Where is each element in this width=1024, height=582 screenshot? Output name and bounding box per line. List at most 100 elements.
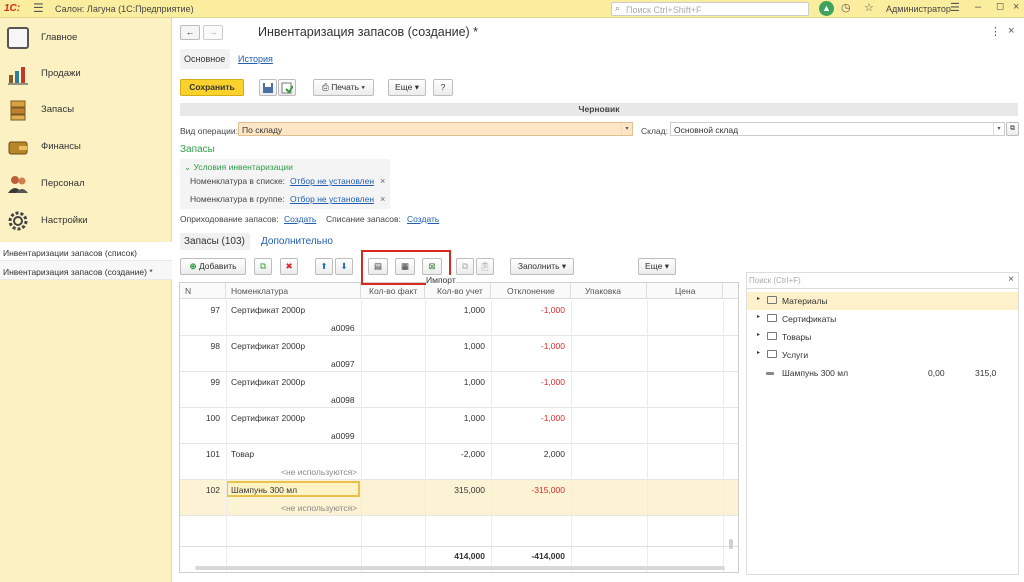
help-button[interactable]: ? — [433, 79, 453, 96]
row-nomenclature[interactable]: Сертификат 2000р — [231, 377, 305, 387]
receipt-create-link[interactable]: Создать — [284, 214, 316, 224]
row-accounted-qty[interactable]: -2,000 — [425, 449, 485, 459]
row-deviation[interactable]: 2,000 — [491, 449, 565, 459]
column-header-fact[interactable]: Кол-во факт — [361, 283, 425, 299]
warehouse-select[interactable]: Основной склад ▾ — [670, 122, 1005, 136]
favorites-star-icon[interactable]: ☆ — [864, 1, 874, 14]
column-header-package[interactable]: Упаковка — [571, 283, 647, 299]
row-nomenclature[interactable]: Товар — [231, 449, 254, 459]
row-characteristic[interactable]: а0098 — [331, 395, 355, 405]
row-accounted-qty[interactable]: 1,000 — [425, 413, 485, 423]
row-number[interactable]: 102 — [180, 485, 220, 495]
clear-search-icon[interactable]: × — [1008, 274, 1014, 285]
vertical-scrollbar[interactable] — [729, 539, 733, 549]
row-characteristic[interactable]: а0096 — [331, 323, 355, 333]
tab-additional[interactable]: Дополнительно — [261, 236, 333, 247]
tree-item[interactable]: Шампунь 300 мл 0,00 315,0 — [747, 364, 1018, 382]
print-button[interactable]: ⎙ Печать ▾ — [313, 79, 374, 96]
delete-row-button[interactable]: ✖ — [280, 258, 298, 275]
column-header-n[interactable]: N — [180, 283, 226, 299]
back-button[interactable]: ← — [180, 25, 200, 40]
column-header-name[interactable]: Номенклатура — [226, 283, 361, 299]
sidebar-item-staff[interactable]: Персонал — [0, 166, 172, 202]
tab-history[interactable]: История — [238, 54, 273, 64]
open-window-item-active[interactable]: Инвентаризация запасов (создание) * — [0, 261, 172, 280]
tab-main[interactable]: Основное — [180, 49, 230, 69]
form-more-icon[interactable]: ⋮ — [990, 25, 1001, 38]
row-characteristic[interactable]: а0099 — [331, 431, 355, 441]
row-deviation[interactable]: -1,000 — [491, 413, 565, 423]
expand-arrow-icon[interactable]: ▸ — [757, 349, 760, 356]
more-button[interactable]: Еще ▾ — [388, 79, 426, 96]
notification-bell-icon[interactable]: ▲ — [819, 1, 834, 16]
sidebar-item-sales[interactable]: Продажи — [0, 56, 172, 92]
filter-list-link[interactable]: Отбор не установлен — [290, 176, 374, 186]
copy-rows-button[interactable]: ⧉ — [456, 258, 474, 275]
row-accounted-qty[interactable]: 1,000 — [425, 305, 485, 315]
copy-row-button[interactable]: ⧉ — [254, 258, 272, 275]
dropdown-arrow-icon[interactable]: ▾ — [993, 123, 1004, 135]
column-header-price[interactable]: Цена — [647, 283, 723, 299]
row-number[interactable]: 98 — [180, 341, 220, 351]
horizontal-scrollbar[interactable] — [195, 566, 725, 570]
tree-folder-materials[interactable]: ▸ Материалы — [747, 292, 1018, 310]
save-button[interactable]: Сохранить — [180, 79, 244, 96]
grid-more-button[interactable]: Еще ▾ — [638, 258, 676, 275]
settings-menu-icon[interactable]: ☰ — [950, 1, 960, 14]
row-characteristic[interactable]: <не используются> — [281, 503, 357, 513]
forward-button[interactable]: → — [203, 25, 223, 40]
tab-inventory[interactable]: Запасы (103) — [180, 233, 250, 250]
dropdown-arrow-icon[interactable]: ▾ — [621, 123, 632, 135]
tree-folder-certificates[interactable]: ▸ Сертификаты — [747, 310, 1018, 328]
row-deviation[interactable]: -1,000 — [491, 377, 565, 387]
clear-filter-icon[interactable]: × — [380, 176, 385, 186]
expand-arrow-icon[interactable]: ▸ — [757, 295, 760, 302]
row-deviation[interactable]: -1,000 — [491, 341, 565, 351]
column-header-deviation[interactable]: Отклонение — [491, 283, 571, 299]
tree-folder-services[interactable]: ▸ Услуги — [747, 346, 1018, 364]
column-header-accounted[interactable]: Кол-во учет — [425, 283, 491, 299]
row-accounted-qty[interactable]: 1,000 — [425, 341, 485, 351]
inventory-table[interactable]: N Номенклатура Кол-во факт Кол-во учет О… — [179, 282, 739, 573]
expand-arrow-icon[interactable]: ▸ — [757, 313, 760, 320]
global-search-input[interactable]: ⌕ Поиск Ctrl+Shift+F — [611, 2, 809, 16]
fill-button[interactable]: Заполнить ▾ — [510, 258, 574, 275]
row-characteristic[interactable]: а0097 — [331, 359, 355, 369]
writeoff-create-link[interactable]: Создать — [407, 214, 439, 224]
paste-rows-button[interactable]: 📋︎ — [476, 258, 494, 275]
row-deviation[interactable]: -315,000 — [491, 485, 565, 495]
expand-arrow-icon[interactable]: ▸ — [757, 331, 760, 338]
minimize-icon[interactable]: – — [975, 1, 981, 13]
main-menu-icon[interactable]: ☰ — [33, 1, 44, 15]
move-up-button[interactable]: ⬆ — [315, 258, 333, 275]
row-nomenclature[interactable]: Сертификат 2000р — [231, 413, 305, 423]
row-deviation[interactable]: -1,000 — [491, 305, 565, 315]
tree-folder-goods[interactable]: ▸ Товары — [747, 328, 1018, 346]
sidebar-item-finance[interactable]: Финансы — [0, 129, 172, 165]
current-user[interactable]: Администратор — [886, 4, 951, 14]
move-down-button[interactable]: ⬇ — [335, 258, 353, 275]
sidebar-item-main[interactable]: Главное — [0, 20, 172, 56]
post-button[interactable] — [278, 79, 296, 96]
row-number[interactable]: 99 — [180, 377, 220, 387]
row-nomenclature[interactable]: Шампунь 300 мл — [231, 485, 297, 495]
row-accounted-qty[interactable]: 1,000 — [425, 377, 485, 387]
op-type-select[interactable]: По складу ▾ — [238, 122, 633, 136]
row-number[interactable]: 100 — [180, 413, 220, 423]
maximize-icon[interactable]: ◻ — [996, 1, 1004, 12]
close-window-icon[interactable]: × — [1013, 1, 1019, 13]
row-number[interactable]: 101 — [180, 449, 220, 459]
row-nomenclature[interactable]: Сертификат 2000р — [231, 341, 305, 351]
history-icon[interactable]: ◷ — [841, 1, 851, 14]
open-warehouse-icon[interactable]: ⧉ — [1006, 122, 1019, 136]
clear-filter-icon[interactable]: × — [380, 194, 385, 204]
conditions-toggle[interactable]: ⌄ Условия инвентаризации — [184, 162, 293, 173]
add-row-button[interactable]: ⊕ Добавить — [180, 258, 246, 275]
tree-search-input[interactable]: Поиск (Ctrl+F) × — [747, 273, 1018, 289]
row-characteristic[interactable]: <не используются> — [281, 467, 357, 477]
row-accounted-qty[interactable]: 315,000 — [425, 485, 485, 495]
sidebar-item-settings[interactable]: Настройки — [0, 203, 172, 239]
write-button[interactable] — [259, 79, 277, 96]
sidebar-item-inventory[interactable]: Запасы — [0, 92, 172, 128]
row-nomenclature[interactable]: Сертификат 2000р — [231, 305, 305, 315]
